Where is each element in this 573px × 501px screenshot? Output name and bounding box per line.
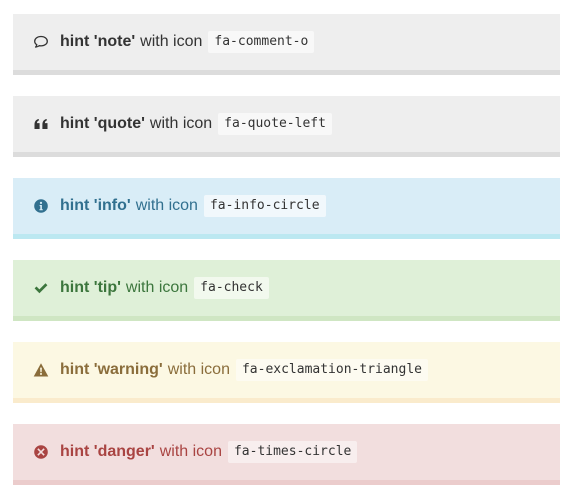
hint-text: with icon xyxy=(140,33,203,50)
hint-title: hint 'quote' xyxy=(60,115,145,132)
times-circle-icon xyxy=(33,444,49,460)
hint-code: fa-quote-left xyxy=(218,113,332,135)
hint-text: with icon xyxy=(125,279,189,296)
hint-info: hint 'info' with icon fa-info-circle xyxy=(13,178,560,239)
quote-left-icon xyxy=(33,116,49,132)
hint-text: with icon xyxy=(167,361,230,378)
hint-text: with icon xyxy=(159,443,222,460)
hint-text: with icon xyxy=(135,197,198,214)
hint-quote: hint 'quote' with icon fa-quote-left xyxy=(13,96,560,157)
hint-tip: hint 'tip' with icon fa-check xyxy=(13,260,560,321)
check-icon xyxy=(33,280,49,296)
hint-code: fa-comment-o xyxy=(208,31,315,53)
comment-o-icon xyxy=(33,34,49,50)
hint-title: hint 'info' xyxy=(60,197,131,214)
hint-code: fa-times-circle xyxy=(227,441,358,463)
exclamation-triangle-icon xyxy=(33,362,49,378)
info-circle-icon xyxy=(33,198,49,214)
hint-code: fa-check xyxy=(194,277,269,299)
hint-code: fa-info-circle xyxy=(203,195,326,217)
hint-title: hint 'warning' xyxy=(60,361,163,378)
hint-title: hint 'note' xyxy=(60,33,136,50)
hint-title: hint 'danger' xyxy=(60,443,155,460)
hint-danger: hint 'danger' with icon fa-times-circle xyxy=(13,424,560,485)
hint-note: hint 'note' with icon fa-comment-o xyxy=(13,14,560,75)
hint-code: fa-exclamation-triangle xyxy=(235,359,428,381)
hint-warning: hint 'warning' with icon fa-exclamation-… xyxy=(13,342,560,403)
hint-text: with icon xyxy=(149,115,213,132)
hint-title: hint 'tip' xyxy=(60,279,121,296)
